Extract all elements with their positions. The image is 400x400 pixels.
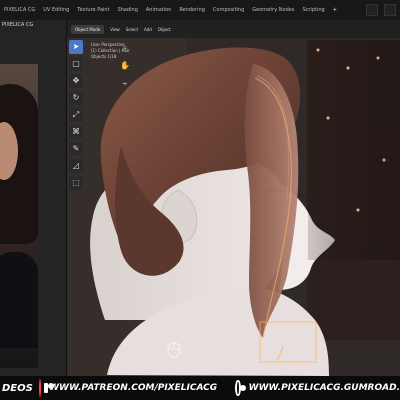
left-panel-status: PIXELICA CG [2,22,34,28]
scale-icon[interactable]: ⤢ [69,108,83,122]
move-icon[interactable]: ✥ [69,74,83,88]
measure-icon[interactable]: ◿ [69,159,83,173]
add-workspace-button[interactable]: + [329,0,341,20]
object-mode-select[interactable]: Object Mode [71,24,105,34]
gumroad-url[interactable]: WWW.PIXELICACG.GUMROAD. [249,383,400,393]
tab-uv-editing[interactable]: UV Editing [39,0,73,20]
zoom-icon[interactable]: ⌕ [119,42,131,54]
reference-photo [0,64,38,368]
tab-scripting[interactable]: Scripting [298,0,328,20]
3d-viewport[interactable]: Object Mode View Select Add Object User … [67,20,400,376]
footer-left-text: DEOS [2,382,33,394]
reference-image-panel: PIXELICA CG [0,20,67,376]
patreon-icon [38,379,56,397]
cursor-icon[interactable]: ➤ [69,40,83,54]
tab-shading[interactable]: Shading [114,0,142,20]
rotate-icon[interactable]: ↻ [69,91,83,105]
viewport-info: User Perspective (1) Collection | Hair O… [91,42,211,60]
gumroad-icon [235,380,246,396]
tab-texture-paint[interactable]: Texture Paint [73,0,113,20]
background-fairy-lights [308,40,400,260]
add-cube-icon[interactable]: ⬚ [69,176,83,190]
viewport-header: Object Mode View Select Add Object [67,20,400,38]
tool-shelf: ➤ ▢ ✥ ↻ ⤢ ⌘ ✎ ◿ ⬚ [69,40,85,193]
annotate-icon[interactable]: ✎ [69,142,83,156]
tab-compositing[interactable]: Compositing [209,0,248,20]
maximize-button[interactable] [384,4,396,16]
tab-pixelica-cg[interactable]: PIXELICA CG [0,0,39,20]
camera-icon[interactable]: ⌁ [119,78,131,90]
workspace-tabs: PIXELICA CG UV Editing Texture Paint Sha… [0,0,341,20]
window-controls [366,4,396,16]
hand-icon[interactable]: ✋ [119,60,131,72]
tab-geometry-nodes[interactable]: Geometry Nodes [248,0,298,20]
reference-shirt [0,252,38,348]
patreon-url[interactable]: WWW.PATREON.COM/PIXELICACG [49,383,217,393]
view-menu[interactable]: View [110,27,120,32]
mouse-icon [167,342,181,358]
top-menu-bar: PIXELICA CG UV Editing Texture Paint Sha… [0,0,400,21]
add-menu[interactable]: Add [144,27,152,32]
transform-icon[interactable]: ⌘ [69,125,83,139]
tab-rendering[interactable]: Rendering [175,0,209,20]
object-menu[interactable]: Object [158,27,171,32]
minimize-button[interactable] [366,4,378,16]
viewport-info-line-3: Objects 1/18 [91,54,117,59]
select-box-icon[interactable]: ▢ [69,57,83,71]
tab-animation[interactable]: Animation [142,0,176,20]
select-menu[interactable]: Select [126,27,138,32]
promo-footer: DEOS WWW.PATREON.COM/PIXELICACG WWW.PIXE… [0,376,400,400]
